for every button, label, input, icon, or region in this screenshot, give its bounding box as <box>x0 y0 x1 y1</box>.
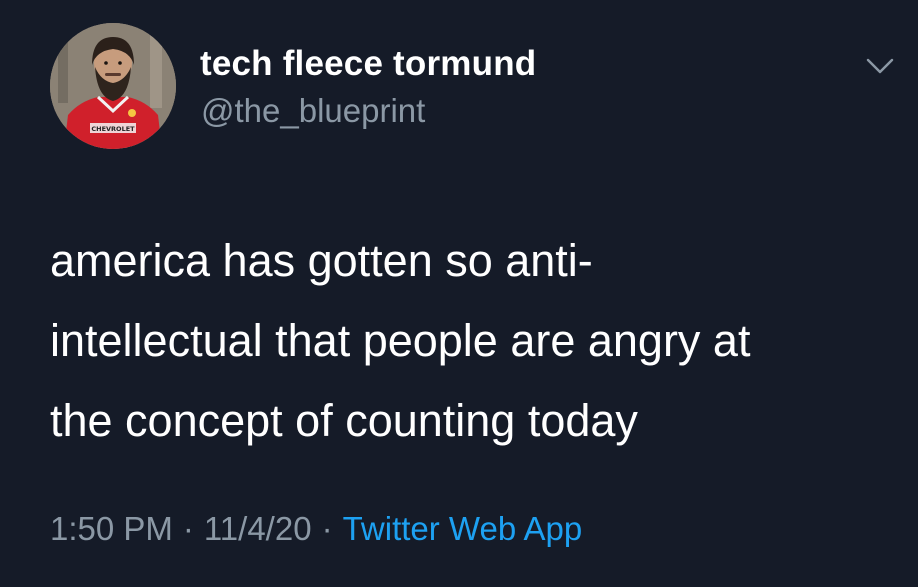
tweet-text-line: america has gotten so anti- <box>50 235 593 286</box>
tweet-text-line: the concept of counting today <box>50 395 638 446</box>
avatar-image: CHEVROLET <box>50 23 176 149</box>
avatar[interactable]: CHEVROLET <box>50 23 176 149</box>
tweet-time[interactable]: 1:50 PM <box>50 510 173 547</box>
tweet-date[interactable]: 11/4/20 <box>204 510 312 547</box>
tweet-source-link[interactable]: Twitter Web App <box>343 510 583 547</box>
chevron-down-icon[interactable] <box>860 50 900 82</box>
meta-separator: · <box>321 510 333 547</box>
user-handle[interactable]: @the_blueprint <box>201 92 425 130</box>
jersey-text: CHEVROLET <box>91 125 135 133</box>
tweet-text: america has gotten so anti- intellectual… <box>50 221 900 461</box>
display-name[interactable]: tech fleece tormund <box>200 44 536 84</box>
meta-separator: · <box>182 510 194 547</box>
tweet-text-line: intellectual that people are angry at <box>50 315 751 366</box>
tweet-metadata: 1:50 PM · 11/4/20 · Twitter Web App <box>50 510 582 548</box>
